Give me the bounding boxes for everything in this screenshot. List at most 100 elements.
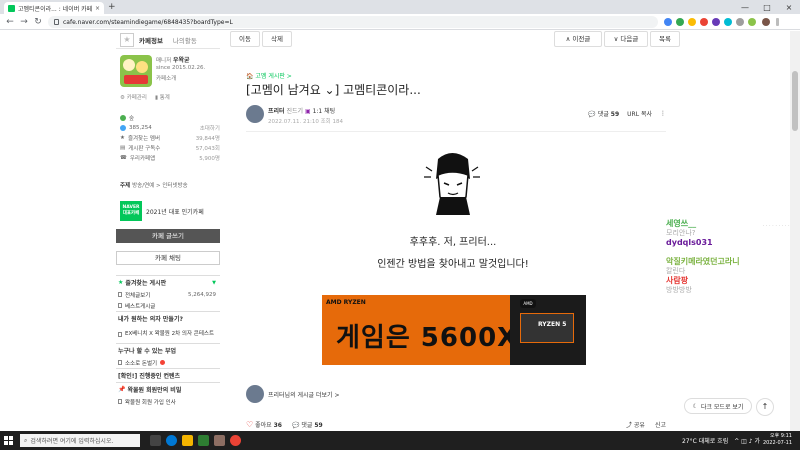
list-button[interactable]: 목록 [650,31,680,47]
chat-username: 악질키메라였던고라니 [666,257,740,266]
url-copy-button[interactable]: URL 복사 [627,109,652,118]
taskbar-search[interactable]: ⌕ 검색하려면 여기에 입력하십시오. [20,434,140,447]
naver-cafe-favicon-icon [8,4,15,12]
maximize-button[interactable]: □ [756,0,778,14]
chrome-icon[interactable] [230,435,241,446]
sidebar-tabs: ★ 카페정보 나의활동 [116,31,220,49]
tree-icon [120,115,126,121]
extension-icon[interactable] [712,18,720,26]
share-button[interactable]: ⤴ 공유 [626,420,645,429]
move-button[interactable]: 이동 [230,31,260,47]
address-bar[interactable]: cafe.naver.com/steamindiegame/6848435?bo… [48,16,658,28]
tab-my-activity[interactable]: 나의활동 [168,35,202,45]
board-section[interactable]: ★ 즐겨찾는 게시판 ▼ [116,275,220,289]
report-button[interactable]: 신고 [655,420,666,429]
forward-button[interactable]: → [18,16,30,28]
extension-icon[interactable] [748,18,756,26]
chat-message: 방방방방 [666,286,692,294]
like-button[interactable]: ♡ 좋아요 36 [246,420,282,429]
app-icon[interactable] [198,435,209,446]
extension-icon[interactable] [676,18,684,26]
task-view-icon[interactable] [150,435,161,446]
board-section[interactable]: 누구나 할 수 있는 부업 [116,343,220,357]
delete-button[interactable]: 삭제 [262,31,292,47]
pin-icon: 📌 [118,386,126,393]
more-posts-link[interactable]: 프리터님의 게시글 더보기 > [246,385,339,403]
chat-username: 사람팡 [666,276,689,285]
extension-icon[interactable] [700,18,708,26]
browser-tab[interactable]: 고멤티콘이라... : 네이버 카페 × [4,2,104,14]
reload-button[interactable]: ↻ [32,16,44,28]
board-section[interactable]: 📌 왁물원 회원만의 비밀 [116,382,220,396]
browser-tabstrip: 고멤티콘이라... : 네이버 카페 × + — □ × [0,0,800,14]
ad-pill: AMD [520,299,536,308]
extension-icon[interactable] [724,18,732,26]
cafe-chat-button[interactable]: 카페 채팅 [116,251,220,265]
windows-start-icon[interactable] [4,436,13,445]
back-button[interactable]: ← [4,16,16,28]
app-icon[interactable] [214,435,225,446]
manager-name[interactable]: 우왁굳 [173,57,190,64]
address-url: cafe.naver.com/steamindiegame/6848435?bo… [63,18,233,26]
chat-message: 칼린다 [666,267,686,275]
close-window-button[interactable]: × [778,0,800,14]
browser-menu-icon[interactable] [776,18,779,26]
post-text-line: 인젠간 방법을 찾아내고 말것입니다! [377,259,529,270]
profile-avatar[interactable] [762,18,770,26]
page-scrollbar[interactable] [790,31,800,431]
board-section[interactable]: [확인!] 진행중인 컨텐츠 [116,368,220,382]
minimize-button[interactable]: — [734,0,756,14]
star-icon[interactable]: ★ [120,32,134,47]
more-menu-icon[interactable]: ⋮ [660,110,666,117]
board-item[interactable]: 베스트게시글 [116,300,220,311]
board-item[interactable]: EX베니치 X 왁물원 2차 의자 콘테스트 [116,325,220,343]
members-icon [120,125,126,131]
cafe-sidebar: ★ 카페정보 나의활동 매니저 우왁굳 since 2015.02.26. 카페… [116,31,220,431]
write-post-button[interactable]: 카페 글쓰기 [116,229,220,243]
new-tab-button[interactable]: + [108,2,116,12]
scroll-top-button[interactable]: ↑ [756,398,774,416]
board-link[interactable]: 🏠 고멤 게시판 > [246,71,292,80]
board-item[interactable]: 전체글보기 5,264,929 [116,289,220,300]
amd-ad-banner[interactable]: AMD RYZEN 게임은 5600X AMD RYZEN 5 [322,295,586,365]
naver-badge-icon: NAVER 대표카페 [120,201,142,221]
comment-icon: 💬 [588,111,596,118]
manager-label: 매니저 [156,58,172,64]
board-item[interactable]: 왁물원 회원 가입 인사 [116,396,220,407]
extension-icon[interactable] [664,18,672,26]
new-badge-icon [160,360,166,365]
next-post-button[interactable]: ∨ 다음글 [604,31,648,47]
stat-row: ▤ 게시판 구독수 57,043회 [120,145,220,152]
divider [246,131,666,132]
edge-icon[interactable] [166,435,177,446]
author-grade: 진드기 [286,108,304,115]
board-section[interactable]: 내가 원하는 의자 만들기? [116,311,220,325]
weather-widget[interactable]: 27°C 대체로 흐림 [682,436,728,445]
extension-icon[interactable] [736,18,744,26]
tab-close-icon[interactable]: × [95,5,100,12]
cafe-manage-link[interactable]: ⚙ 카페관리 [120,93,147,101]
taskbar-clock[interactable]: 오후 9:11 2022-07-11 [763,433,792,447]
author-avatar[interactable] [246,105,264,123]
comment-icon: 💬 [291,421,300,429]
chat-message: 모리안나? [666,229,696,237]
cafe-intro-link[interactable]: 카페소개 [156,74,176,82]
stats-link[interactable]: ▮ 통계 [155,93,170,101]
invite-link[interactable]: 초대하기 [200,124,220,132]
file-explorer-icon[interactable] [182,435,193,446]
extension-icon[interactable] [688,18,696,26]
board-item[interactable]: 소소로 돈벌기 [116,357,220,368]
reply-button[interactable]: 💬 댓글 59 [292,420,323,429]
prev-post-button[interactable]: ∧ 이전글 [554,31,602,47]
post-meta: 2022.07.11. 21:10 조회 184 [268,119,343,125]
search-icon: ⌕ [24,436,28,444]
tab-cafe-info[interactable]: 카페정보 [134,35,168,45]
one-on-one-chat-link[interactable]: 1:1 채팅 [313,108,336,115]
cafe-subject: 주제 방송/연예 > 인터넷방송 [120,183,188,189]
level-row: 숲 [120,113,220,123]
dark-mode-button[interactable]: ☾ 다크 모드로 보기 [684,398,752,414]
cafe-logo [120,55,152,87]
author-name[interactable]: 프리터 [268,108,285,115]
comment-link[interactable]: 💬 댓글 59 [588,109,619,118]
tray-icons[interactable]: ^ ◫ ♪ 가 [734,436,760,445]
